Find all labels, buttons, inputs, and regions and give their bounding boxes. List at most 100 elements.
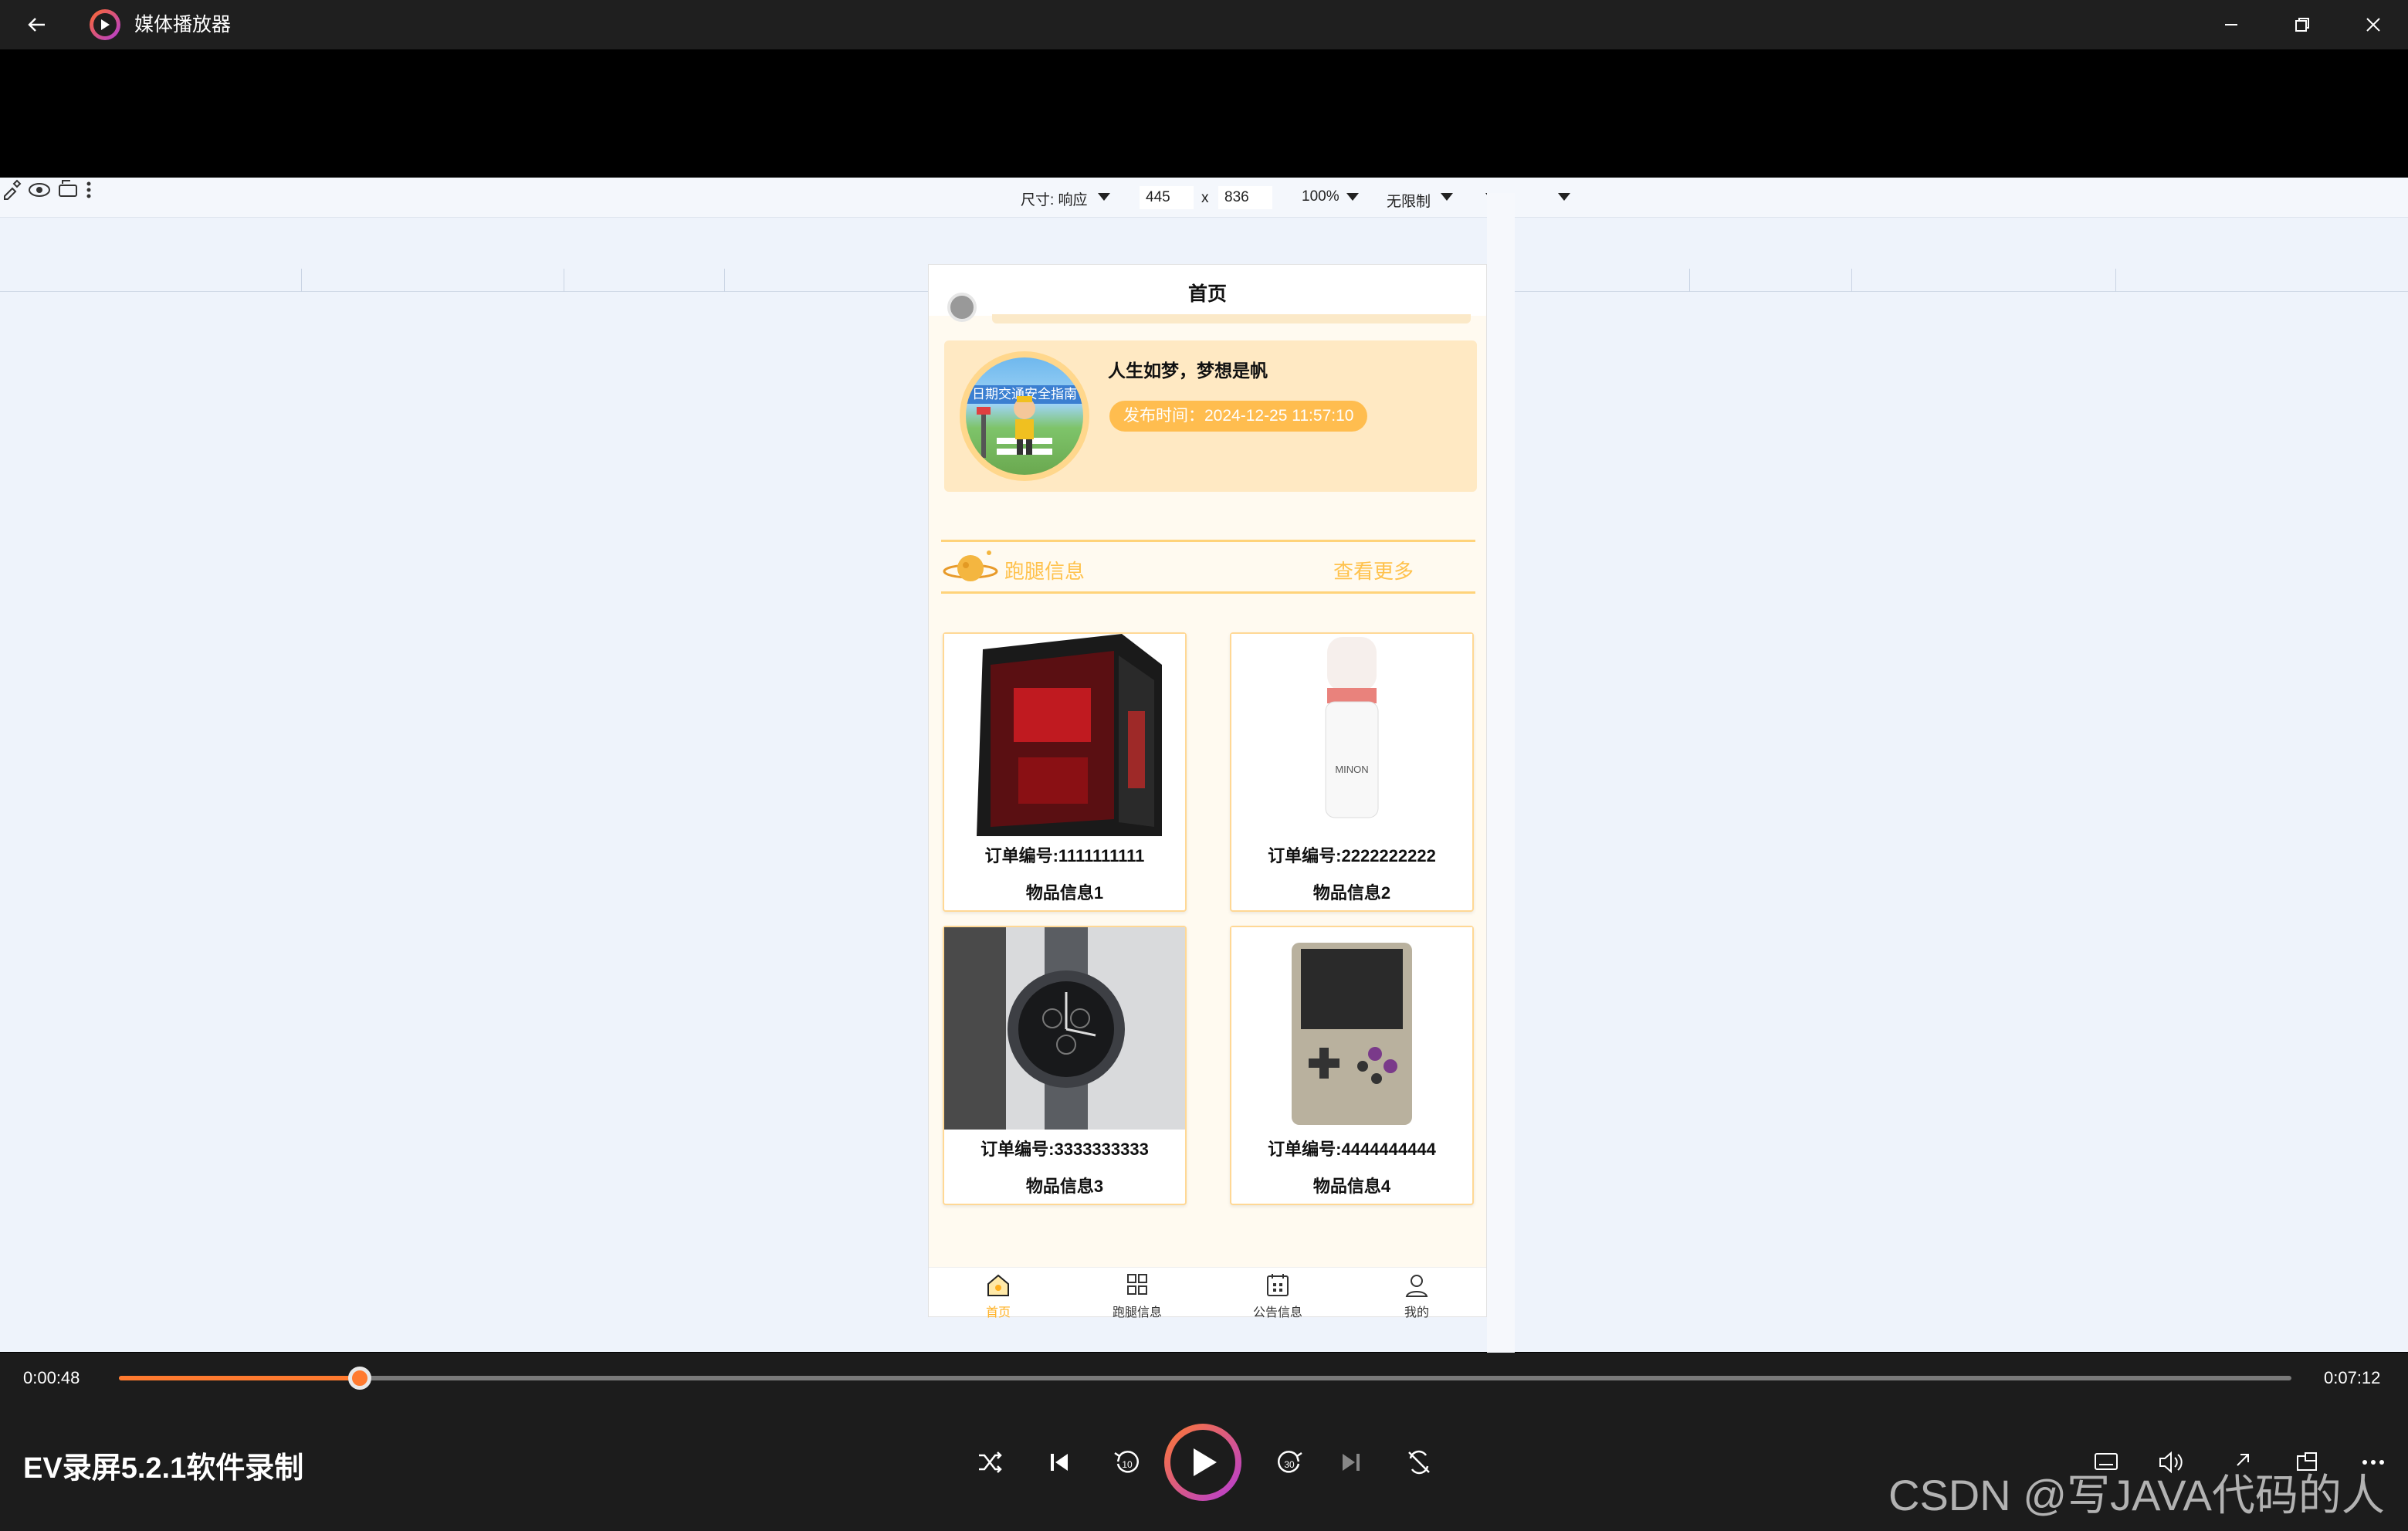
close-icon [2366,18,2380,32]
tab-label: 跑腿信息 [1112,1306,1162,1319]
seek-progress [119,1376,361,1380]
repeat-button[interactable] [1397,1441,1441,1484]
player-controls: 0:00:48 0:07:12 EV录屏5.2.1软件录制 10 30 CSDN… [0,1353,2408,1531]
bottom-tabbar: 首页 跑腿信息 公告信息 我的 [929,1267,1486,1319]
rotate-device-icon[interactable] [56,178,81,201]
zoom-select[interactable]: 100% [1302,188,1339,205]
width-input[interactable]: 445 [1140,186,1194,209]
eyedropper-icon[interactable] [0,178,23,201]
notice-title: 人生如梦，梦想是帆 [1108,361,1268,381]
goods-info: 物品信息2 [1312,883,1391,903]
arrow-left-icon [28,18,45,32]
chevron-down-icon [1098,193,1110,201]
next-button[interactable] [1329,1441,1373,1484]
seek-thumb[interactable] [348,1367,372,1390]
skip-previous-icon [1051,1454,1068,1471]
errand-card[interactable]: 订单编号:1111111111 物品信息1 [943,632,1187,912]
errand-card[interactable]: 订单编号:3333333333 物品信息3 [943,926,1187,1205]
page-header: 首页 [929,265,1486,316]
chevron-down-icon [1558,193,1570,201]
forward-30-button[interactable]: 30 [1268,1441,1311,1484]
svg-text:10: 10 [1122,1459,1133,1470]
watch-icon [944,927,1125,1130]
device-toolbar: 尺寸: 响应 445 x 836 100% 无限制 [0,178,2408,218]
back-button[interactable] [22,9,52,40]
restore-button[interactable] [2279,6,2325,43]
dimension-select[interactable]: 尺寸: 响应 [1021,188,1088,209]
lotion-bottle-icon: MINON [1325,637,1379,818]
item-image [944,634,1185,836]
order-number: 订单编号:4444444444 [1268,1140,1436,1159]
ruler-tick [301,269,302,292]
notice-card[interactable]: 日期交通安全指南 人生如梦，梦想是帆 发布时间：2024-12-25 11:57… [944,340,1477,492]
video-title: EV录屏5.2.1软件录制 [23,1452,304,1485]
page-title: 首页 [1187,283,1227,305]
pc-case-icon [977,634,1162,836]
handheld-console-icon [1292,943,1412,1125]
play-button[interactable] [1164,1424,1241,1501]
ruler-tick [2115,269,2116,292]
notice-image: 日期交通安全指南 [960,351,1089,481]
more-options-icon[interactable] [85,179,93,201]
svg-text:MINON: MINON [1335,764,1368,775]
tab-label: 我的 [1404,1306,1429,1319]
ruler-tick [1689,269,1690,292]
viewport-edge [1487,193,1515,1397]
grid-icon [1127,1274,1147,1295]
mobile-viewport: 首页 日期交通安全指南 人生如梦，梦想是帆 发布时间：2024-12-25 11… [928,264,1487,1319]
planet-icon [943,550,998,581]
ruler-tick [724,269,725,292]
view-more-link[interactable]: 查看更多 [1333,556,1414,584]
errand-section-header: 跑腿信息 查看更多 [941,540,1475,594]
window-titlebar: 媒体播放器 [0,0,2408,49]
minimize-icon [2225,24,2237,25]
rewind-10-icon: 10 [1114,1451,1139,1473]
rewind-10-button[interactable]: 10 [1106,1441,1149,1484]
repeat-off-icon [1408,1450,1430,1475]
errand-card[interactable]: MINON 订单编号:2222222222 物品信息2 [1230,632,1474,912]
chevron-down-icon [1346,193,1359,201]
user-icon [1405,1275,1428,1297]
forward-30-icon: 30 [1278,1451,1302,1473]
item-image [944,927,1185,1130]
height-input[interactable]: 836 [1218,186,1272,209]
current-time: 0:00:48 [23,1368,80,1387]
order-number: 订单编号:3333333333 [980,1140,1149,1159]
errand-card[interactable]: 订单编号:4444444444 物品信息4 [1230,926,1474,1205]
tab-notice[interactable]: 公告信息 [1208,1268,1347,1319]
play-icon [1194,1448,1217,1476]
order-number: 订单编号:2222222222 [1268,846,1436,865]
tab-home[interactable]: 首页 [929,1268,1068,1319]
previous-button[interactable] [1038,1441,1081,1484]
app-logo-icon [90,9,120,40]
goods-info: 物品信息3 [1025,1177,1104,1196]
minimize-button[interactable] [2208,6,2254,43]
video-frame[interactable]: 尺寸: 响应 445 x 836 100% 无限制 首页 日期交通安全指南 人生… [0,49,2408,1397]
order-number: 订单编号:1111111111 [984,846,1145,865]
child-crossing-illustration-icon [977,396,1052,458]
tab-mine[interactable]: 我的 [1347,1268,1486,1319]
shuffle-button[interactable] [968,1441,1011,1484]
goods-info: 物品信息4 [1312,1177,1391,1196]
window-title: 媒体播放器 [134,14,232,36]
throttle-select[interactable]: 无限制 [1387,190,1431,211]
chevron-down-icon [1441,193,1453,201]
ruler-tick [1851,269,1852,292]
calendar-icon [1267,1274,1289,1296]
shuffle-icon [979,1451,1002,1473]
times-sign: x [1201,190,1209,206]
svg-text:30: 30 [1284,1459,1295,1470]
tab-errand[interactable]: 跑腿信息 [1068,1268,1207,1319]
item-image [1231,927,1472,1130]
goods-info: 物品信息1 [1025,883,1104,903]
avatar[interactable] [947,293,977,322]
seek-bar[interactable] [119,1367,2291,1390]
header-strip [992,314,1471,323]
section-title: 跑腿信息 [1004,560,1085,583]
home-icon [987,1274,1009,1296]
csdn-watermark: CSDN @写JAVA代码的人 [1888,1471,2385,1519]
total-time: 0:07:12 [2324,1368,2381,1387]
skip-next-icon [1343,1454,1360,1471]
close-button[interactable] [2350,6,2396,43]
eye-icon[interactable] [27,179,52,201]
